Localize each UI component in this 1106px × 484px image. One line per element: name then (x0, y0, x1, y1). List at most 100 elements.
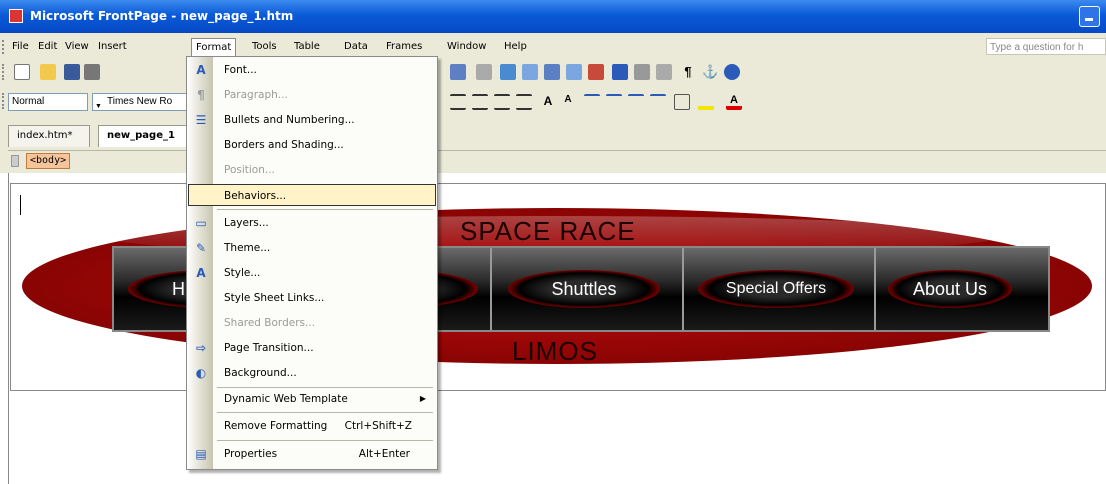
menu-tools[interactable]: Tools (248, 38, 281, 56)
menu-item-style[interactable]: A Style... (188, 262, 436, 284)
theme-icon: ✎ (195, 241, 207, 255)
new-page-icon[interactable] (14, 64, 30, 80)
window-title: Microsoft FrontPage - new_page_1.htm (30, 9, 294, 23)
menu-item-style-sheet-links[interactable]: Style Sheet Links... (188, 287, 436, 309)
hyperlink-icon[interactable] (612, 64, 628, 80)
menu-data[interactable]: Data (340, 38, 372, 56)
body-tag[interactable]: <body> (26, 153, 71, 169)
insert-layer-icon[interactable] (544, 64, 560, 80)
tag-selector-scroll-left[interactable] (11, 155, 19, 167)
borders-icon[interactable] (674, 94, 690, 110)
align-right-icon[interactable] (494, 94, 510, 110)
style-combo[interactable]: Normal (8, 93, 88, 111)
numbering-icon[interactable] (584, 94, 600, 110)
nav-button-shuttles[interactable]: Shuttles (508, 270, 660, 308)
menu-item-label: Font... (224, 64, 257, 76)
menu-frames[interactable]: Frames (382, 38, 426, 56)
menu-help[interactable]: Help (500, 38, 531, 56)
frontpage-app-icon[interactable] (9, 9, 23, 23)
menu-edit[interactable]: Edit (34, 38, 61, 56)
undo-icon[interactable] (450, 64, 466, 80)
nav-button-about-us[interactable]: About Us (888, 270, 1012, 308)
menu-item-label: Style... (224, 267, 261, 279)
nav-cell: About Us (876, 248, 1048, 330)
menu-item-bullets-numbering[interactable]: ☰ Bullets and Numbering... (188, 109, 436, 131)
menu-item-theme[interactable]: ✎ Theme... (188, 237, 436, 259)
font-combo[interactable]: ▼ Times New Ro (92, 93, 188, 111)
menu-file[interactable]: File (8, 38, 33, 56)
highlight-icon[interactable] (698, 94, 714, 110)
properties-icon: ▤ (195, 447, 207, 461)
font-combo-arrow: ▼ (95, 103, 102, 110)
insert-web-component-icon[interactable] (500, 64, 516, 80)
layers-icon: ▭ (195, 216, 207, 230)
tab-new-page-1[interactable]: new_page_1 (98, 125, 190, 147)
minimize-button[interactable] (1079, 6, 1100, 27)
format-menu-dropdown: A Font... ¶ Paragraph... ☰ Bullets and N… (186, 56, 438, 470)
menu-item-behaviors[interactable]: Behaviors... (188, 184, 436, 206)
menu-view[interactable]: View (61, 38, 93, 56)
refresh-icon[interactable] (634, 64, 650, 80)
decrease-indent-icon[interactable] (628, 94, 644, 110)
menu-item-shared-borders: Shared Borders... (188, 312, 436, 334)
search-icon[interactable] (84, 64, 100, 80)
show-all-icon[interactable]: ¶ (680, 64, 696, 80)
menu-format[interactable]: Format (191, 38, 237, 56)
stop-icon[interactable] (656, 64, 672, 80)
menu-separator (217, 209, 433, 210)
decrease-font-icon[interactable]: A (560, 94, 576, 110)
bullets-icon[interactable] (606, 94, 622, 110)
menubar-grip[interactable] (2, 40, 6, 54)
menu-item-dynamic-web-template[interactable]: Dynamic Web Template ▶ (188, 388, 436, 410)
justify-icon[interactable] (516, 94, 532, 110)
font-icon: A (196, 63, 206, 77)
align-left-icon[interactable] (450, 94, 466, 110)
menu-item-label: Dynamic Web Template (224, 393, 348, 405)
menu-item-properties[interactable]: ▤ Properties Alt+Enter (188, 443, 436, 465)
menu-item-label: Layers... (224, 217, 269, 229)
redo-icon[interactable] (476, 64, 492, 80)
insert-table-icon[interactable] (522, 64, 538, 80)
increase-font-icon[interactable]: A (540, 94, 556, 110)
nav-button-special-offers[interactable]: Special Offers (698, 270, 854, 308)
submenu-arrow-icon: ▶ (419, 394, 426, 403)
ask-question-box[interactable]: Type a question for h (986, 38, 1106, 55)
menu-item-borders-shading[interactable]: Borders and Shading... (188, 134, 436, 156)
style-icon: A (196, 266, 206, 280)
insert-picture-icon[interactable] (566, 64, 582, 80)
menu-item-label: Properties (224, 448, 278, 460)
menu-item-position: Position... (188, 159, 436, 181)
open-folder-icon[interactable] (40, 64, 56, 80)
nav-cell: Shuttles (492, 248, 684, 330)
menu-item-page-transition[interactable]: ⇨ Page Transition... (188, 337, 436, 359)
bookmark-icon[interactable]: ⚓ (702, 64, 718, 80)
text-cursor (20, 195, 21, 215)
font-color-icon[interactable]: A (726, 94, 742, 110)
menu-item-layers[interactable]: ▭ Layers... (188, 212, 436, 234)
menu-window[interactable]: Window (443, 38, 490, 56)
increase-indent-icon[interactable] (650, 94, 666, 110)
menu-insert[interactable]: Insert (94, 38, 131, 56)
menu-item-label: Behaviors... (224, 190, 287, 202)
menu-item-label: Borders and Shading... (224, 139, 344, 151)
menu-item-font[interactable]: A Font... (188, 59, 436, 81)
menu-item-background[interactable]: ◐ Background... (188, 362, 436, 384)
standard-toolbar-grip[interactable] (2, 64, 6, 80)
tab-index-htm[interactable]: index.htm* (8, 125, 90, 147)
save-icon[interactable] (64, 64, 80, 80)
align-center-icon[interactable] (472, 94, 488, 110)
menu-separator (217, 412, 433, 413)
font-combo-value: Times New Ro (107, 96, 173, 107)
menu-item-shortcut: Alt+Enter (358, 448, 410, 460)
menu-item-label: Position... (224, 164, 275, 176)
menu-separator (217, 440, 433, 441)
menu-item-label: Bullets and Numbering... (224, 114, 355, 126)
formatting-toolbar-grip[interactable] (2, 93, 6, 109)
menu-table[interactable]: Table (290, 38, 324, 56)
help-icon[interactable] (724, 64, 740, 80)
drawing-icon[interactable] (588, 64, 604, 80)
style-combo-value: Normal (12, 96, 45, 107)
banner-heading-top: SPACE RACE (460, 216, 636, 246)
menu-item-remove-formatting[interactable]: Remove Formatting Ctrl+Shift+Z (188, 415, 436, 437)
background-icon: ◐ (195, 366, 207, 380)
